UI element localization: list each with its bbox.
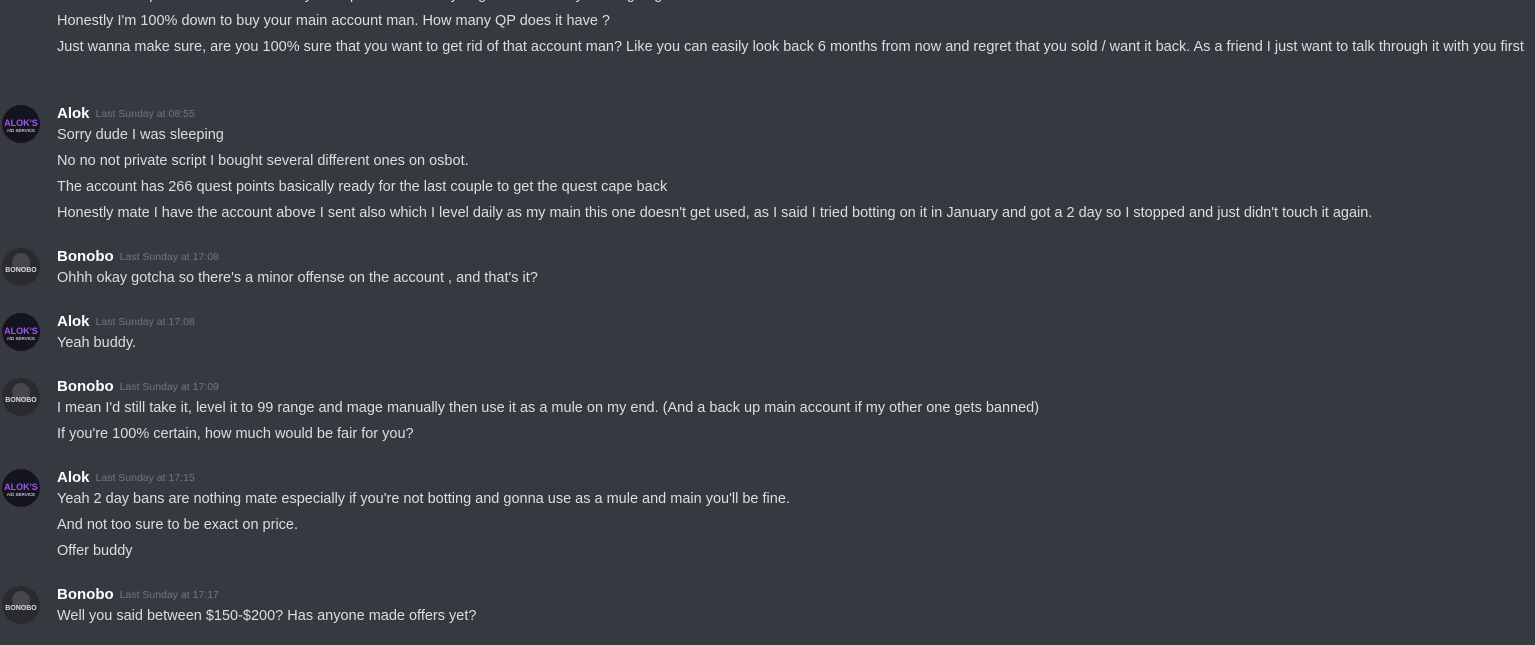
message-line: Honestly I'm 100% down to buy your main … — [57, 13, 610, 29]
avatar[interactable]: ALOK'S A/D SERVICE — [2, 313, 40, 351]
message-header: Alok Last Sunday at 17:08 — [57, 313, 195, 331]
message-line: Ohhh okay gotcha so there's a minor offe… — [57, 270, 538, 286]
username[interactable]: Alok — [57, 313, 90, 330]
message-lines: Yeah 2 day bans are nothing mate especia… — [57, 486, 1527, 564]
svg-text:A/D SERVICE: A/D SERVICE — [7, 336, 35, 341]
bonobo-avatar-icon: BONOBO — [2, 378, 40, 416]
svg-text:ALOK'S: ALOK'S — [4, 482, 38, 492]
message-lines: Yeah buddy. — [57, 330, 1527, 356]
message-line: I mean I'd still take it, level it to 99… — [57, 400, 1040, 416]
aloks-avatar-icon: ALOK'S A/D SERVICE — [2, 313, 40, 351]
message-line: Well you said between $150-$200? Has any… — [57, 608, 477, 624]
bonobo-avatar-icon: BONOBO — [2, 586, 40, 624]
svg-text:ALOK'S: ALOK'S — [4, 326, 38, 336]
avatar[interactable]: BONOBO — [2, 586, 40, 624]
message-line: Yeah buddy. — [57, 335, 137, 351]
username[interactable]: Alok — [57, 105, 90, 122]
svg-text:A/D SERVICE: A/D SERVICE — [7, 128, 35, 133]
message-line: Honestly mate I have the account above I… — [57, 205, 1373, 221]
message-header: Bonobo Last Sunday at 17:08 — [57, 248, 219, 266]
message-line: The account has 266 quest points basical… — [57, 179, 668, 195]
svg-text:BONOBO: BONOBO — [5, 605, 37, 612]
timestamp: Last Sunday at 17:15 — [95, 472, 195, 484]
message-header: Alok Last Sunday at 08:55 — [57, 105, 195, 123]
svg-text:BONOBO: BONOBO — [5, 397, 37, 404]
message-line: Yeah 2 day bans are nothing mate especia… — [57, 491, 790, 507]
timestamp: Last Sunday at 17:09 — [119, 381, 219, 393]
aloks-avatar-icon: ALOK'S A/D SERVICE — [2, 469, 40, 507]
chat-messages: Dunn that's expensive - which one did yo… — [0, 0, 1535, 645]
svg-text:BONOBO: BONOBO — [5, 267, 37, 274]
bonobo-avatar-icon: BONOBO — [2, 248, 40, 286]
avatar[interactable]: BONOBO — [2, 248, 40, 286]
svg-text:A/D SERVICE: A/D SERVICE — [7, 492, 35, 497]
message-lines: Well you said between $150-$200? Has any… — [57, 603, 1527, 629]
message-line: Sorry dude I was sleeping — [57, 127, 224, 143]
username[interactable]: Alok — [57, 469, 90, 486]
message-header: Bonobo Last Sunday at 17:09 — [57, 378, 219, 396]
timestamp: Last Sunday at 17:08 — [95, 316, 195, 328]
message-line: Just wanna make sure, are you 100% sure … — [57, 39, 1524, 55]
message-lines: Dunn that's expensive - which one did yo… — [57, 0, 1527, 59]
message-header: Alok Last Sunday at 17:15 — [57, 469, 195, 487]
message-lines: Ohhh okay gotcha so there's a minor offe… — [57, 265, 1527, 291]
timestamp: Last Sunday at 08:55 — [95, 108, 195, 120]
message-header: Bonobo Last Sunday at 17:17 — [57, 586, 219, 604]
aloks-avatar-icon: ALOK'S A/D SERVICE — [2, 105, 40, 143]
timestamp: Last Sunday at 17:08 — [119, 251, 219, 263]
avatar[interactable]: ALOK'S A/D SERVICE — [2, 469, 40, 507]
message-line: And not too sure to be exact on price. — [57, 517, 299, 533]
message-line: Dunn that's expensive - which one did yo… — [57, 0, 1527, 8]
message-lines: I mean I'd still take it, level it to 99… — [57, 395, 1527, 447]
avatar[interactable]: BONOBO — [2, 378, 40, 416]
message-lines: Sorry dude I was sleeping No no not priv… — [57, 122, 1527, 226]
username[interactable]: Bonobo — [57, 248, 114, 265]
username[interactable]: Bonobo — [57, 378, 114, 395]
timestamp: Last Sunday at 17:17 — [119, 589, 219, 601]
avatar[interactable]: ALOK'S A/D SERVICE — [2, 105, 40, 143]
username[interactable]: Bonobo — [57, 586, 114, 603]
message-line: No no not private script I bought severa… — [57, 153, 469, 169]
svg-text:ALOK'S: ALOK'S — [4, 118, 38, 128]
message-line: If you're 100% certain, how much would b… — [57, 426, 414, 442]
message-line: Offer buddy — [57, 543, 133, 559]
